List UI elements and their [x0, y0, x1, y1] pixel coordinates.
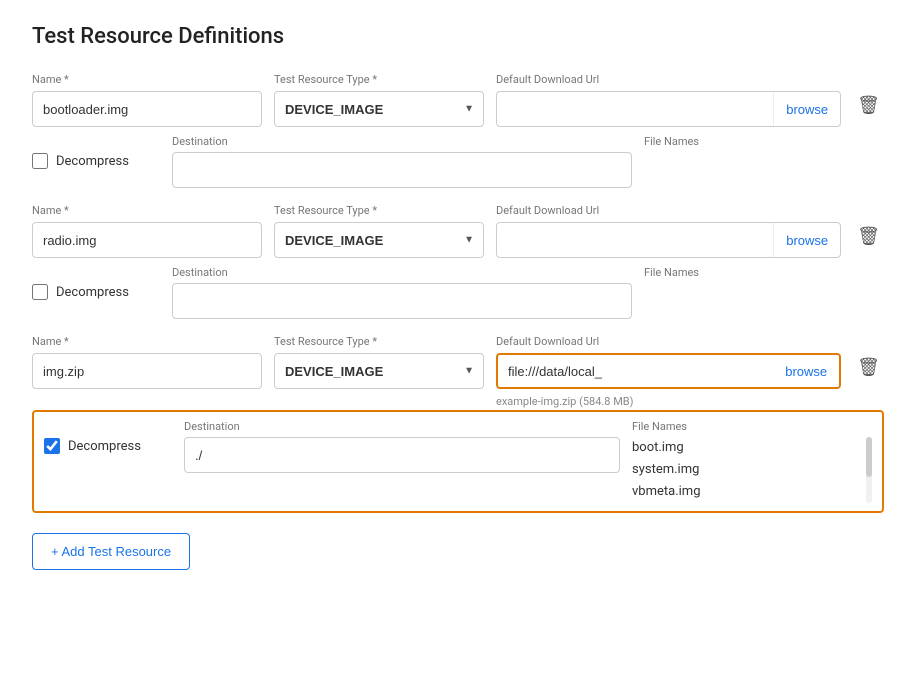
destination-label-1: Destination [172, 135, 632, 148]
resource-block-3: Name * Test Resource Type * DEVICE_IMAGE… [32, 335, 884, 513]
filenames-label-1: File Names [644, 135, 884, 148]
type-select-1[interactable]: DEVICE_IMAGEDEVICE_SCRIPTPACKAGE [274, 91, 484, 127]
name-input-1[interactable] [32, 91, 262, 127]
file-name-item: vbmeta.img [632, 481, 856, 503]
page-title: Test Resource Definitions [32, 24, 884, 49]
delete-button-3[interactable]: 🗑 [853, 351, 884, 384]
type-select-2[interactable]: DEVICE_IMAGEDEVICE_SCRIPTPACKAGE [274, 222, 484, 258]
browse-button-3[interactable]: browse [773, 355, 839, 387]
decompress-checkbox-2[interactable] [32, 284, 48, 300]
file-name-item: boot.img [632, 437, 856, 459]
destination-input-3[interactable] [184, 437, 620, 473]
url-label-2: Default Download Url [496, 204, 841, 217]
decompress-checkbox-1[interactable] [32, 153, 48, 169]
filenames-label-3: File Names [632, 420, 872, 433]
resource-block-1: Name * Test Resource Type * DEVICE_IMAGE… [32, 73, 884, 192]
name-label-1: Name * [32, 73, 262, 86]
url-hint: example-img.zip (584.8 MB) [496, 395, 841, 408]
url-input-3[interactable] [498, 356, 773, 387]
url-label-1: Default Download Url [496, 73, 841, 86]
filenames-list-3: boot.imgsystem.imgvbmeta.img [632, 437, 856, 503]
decompress-label-3: Decompress [68, 439, 141, 454]
browse-button-1[interactable]: browse [773, 92, 840, 126]
filenames-scroll-3: boot.imgsystem.imgvbmeta.img [632, 437, 872, 503]
url-input-1[interactable] [497, 94, 773, 125]
destination-input-2[interactable] [172, 283, 632, 319]
resources-container: Name * Test Resource Type * DEVICE_IMAGE… [32, 73, 884, 513]
decompress-checkbox-3[interactable] [44, 438, 60, 454]
destination-input-1[interactable] [172, 152, 632, 188]
name-label-2: Name * [32, 204, 262, 217]
delete-button-2[interactable]: 🗑 [853, 220, 884, 253]
type-label-1: Test Resource Type * [274, 73, 484, 86]
name-input-3[interactable] [32, 353, 262, 389]
file-name-item: system.img [632, 459, 856, 481]
name-label-3: Name * [32, 335, 262, 348]
browse-button-2[interactable]: browse [773, 223, 840, 257]
filenames-label-2: File Names [644, 266, 884, 279]
url-input-2[interactable] [497, 225, 773, 256]
decompress-label-2: Decompress [56, 285, 129, 300]
url-label-3: Default Download Url [496, 335, 841, 348]
type-label-2: Test Resource Type * [274, 204, 484, 217]
type-label-3: Test Resource Type * [274, 335, 484, 348]
destination-label-3: Destination [184, 420, 620, 433]
add-test-resource-button[interactable]: + Add Test Resource [32, 533, 190, 570]
type-select-3[interactable]: DEVICE_IMAGEDEVICE_SCRIPTPACKAGE [274, 353, 484, 389]
delete-button-1[interactable]: 🗑 [853, 89, 884, 122]
resource-block-2: Name * Test Resource Type * DEVICE_IMAGE… [32, 204, 884, 323]
decompress-label-1: Decompress [56, 154, 129, 169]
name-input-2[interactable] [32, 222, 262, 258]
destination-label-2: Destination [172, 266, 632, 279]
